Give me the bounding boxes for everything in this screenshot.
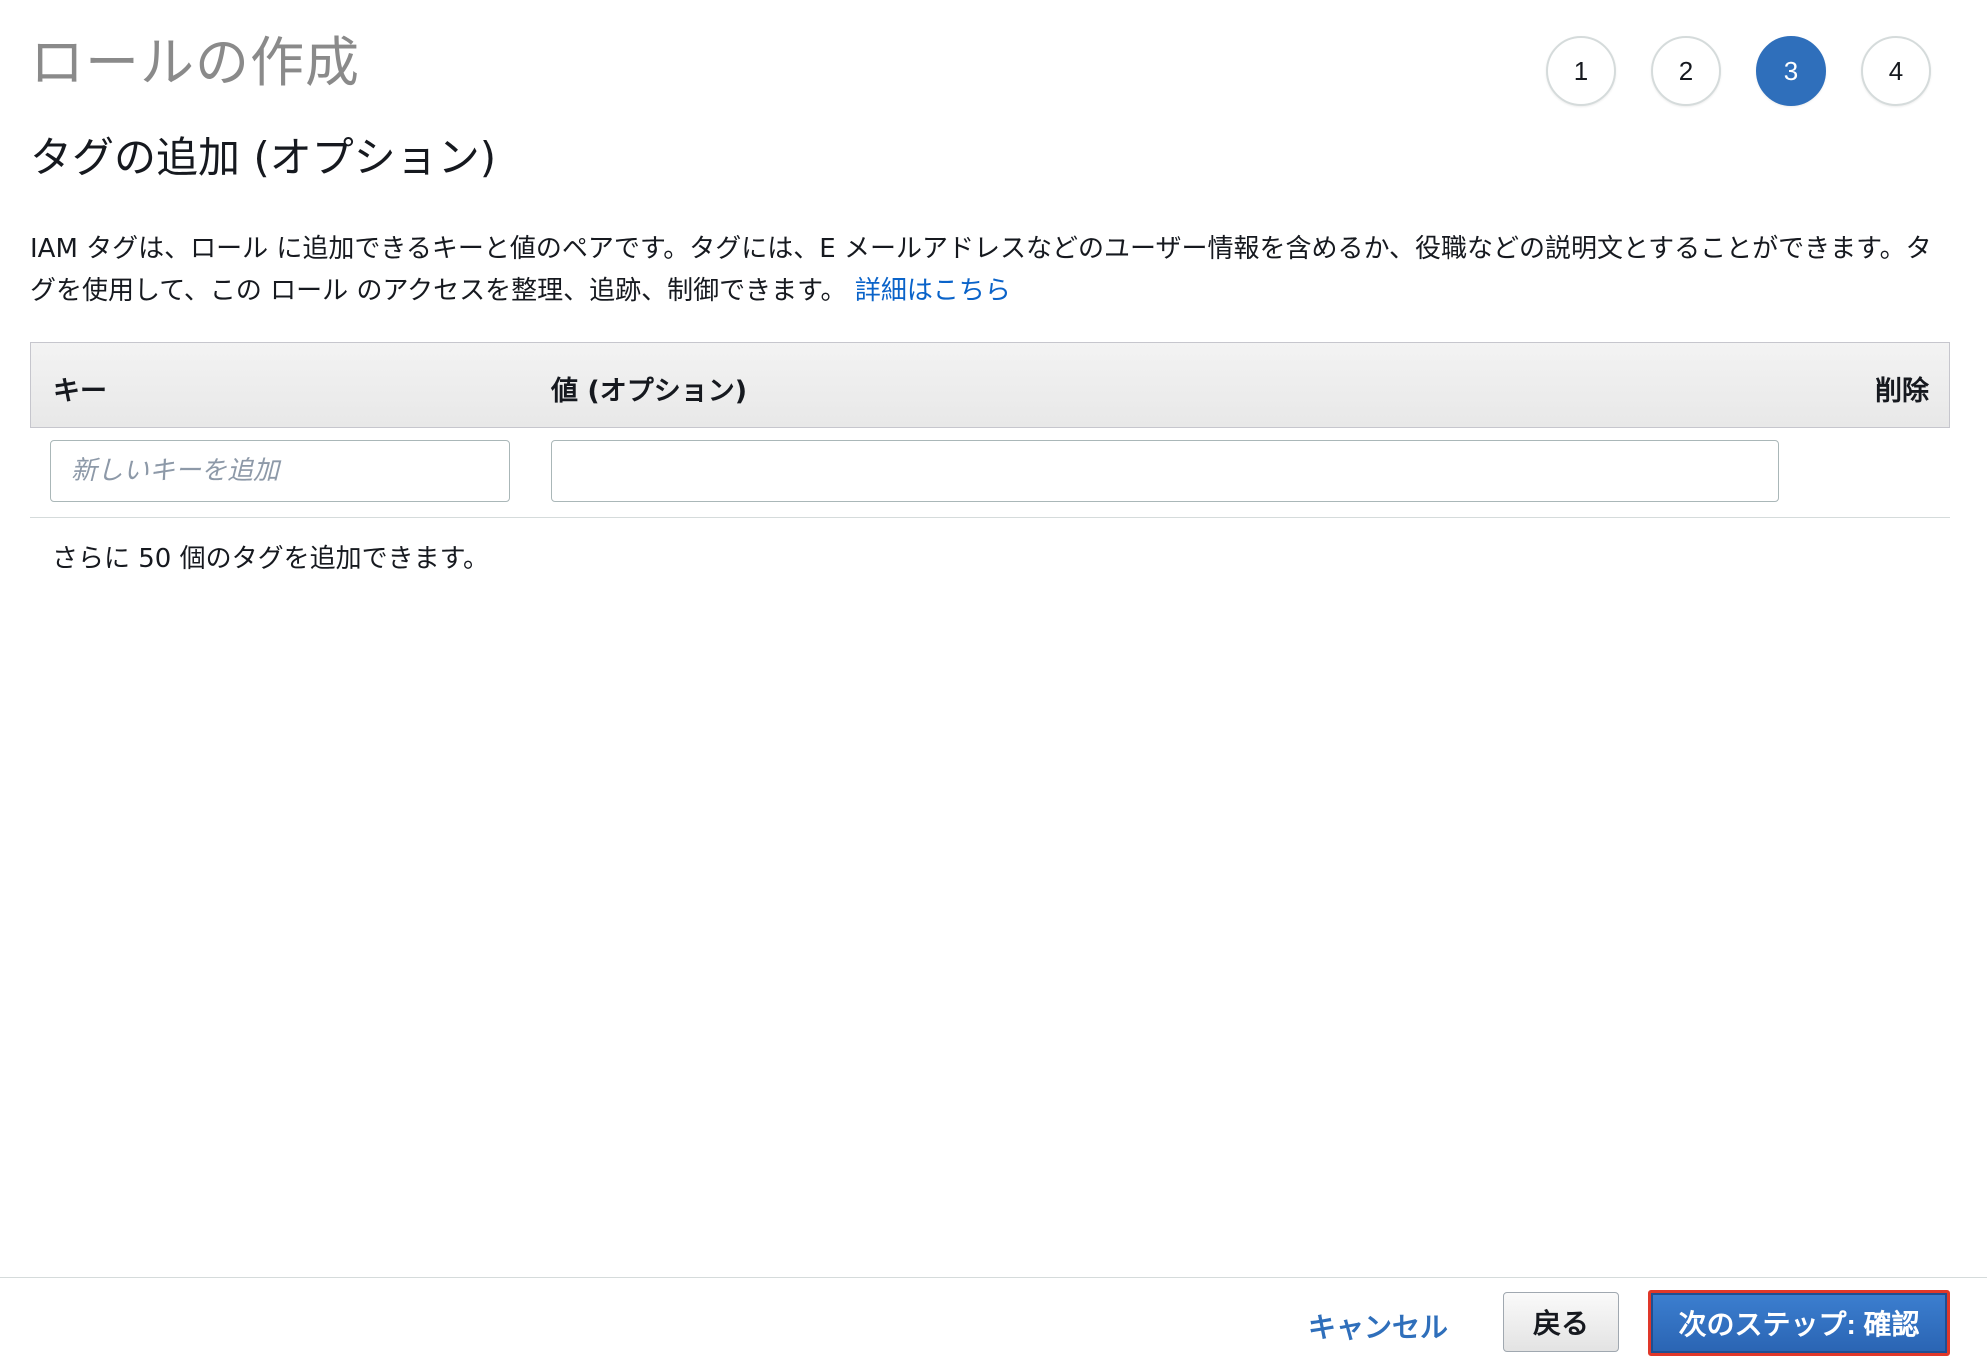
- create-role-page: ロールの作成 1 2 3 4 タグの追加 (オプション) IAM タグは、ロール…: [0, 0, 1987, 1363]
- table-header: キー 値 (オプション) 削除: [30, 342, 1950, 428]
- cancel-button[interactable]: キャンセル: [1308, 1306, 1448, 1346]
- header-delete: 削除: [1875, 376, 1929, 407]
- tag-table: キー 値 (オプション) 削除: [30, 342, 1950, 518]
- wizard-footer: キャンセル 戻る 次のステップ: 確認: [0, 1277, 1987, 1363]
- table-row: [30, 428, 1950, 518]
- next-step-review-button[interactable]: 次のステップ: 確認: [1648, 1290, 1950, 1356]
- wizard-steps: 1 2 3 4: [1546, 36, 1931, 106]
- section-title: タグの追加 (オプション): [30, 133, 497, 182]
- header-value: 値 (オプション): [551, 376, 748, 407]
- step-3-current: 3: [1756, 36, 1826, 106]
- tag-key-input[interactable]: [50, 440, 510, 502]
- wizard-title: ロールの作成: [30, 31, 360, 94]
- learn-more-link[interactable]: 詳細はこちら: [855, 276, 1011, 306]
- step-2[interactable]: 2: [1651, 36, 1721, 106]
- section-description: IAM タグは、ロール に追加できるキーと値のペアです。タグには、E メールアド…: [30, 228, 1950, 312]
- step-1[interactable]: 1: [1546, 36, 1616, 106]
- tag-value-input[interactable]: [551, 440, 1779, 502]
- back-button[interactable]: 戻る: [1503, 1292, 1619, 1352]
- header-key: キー: [53, 376, 107, 407]
- step-4: 4: [1861, 36, 1931, 106]
- remaining-tags-text: さらに 50 個のタグを追加できます。: [52, 544, 490, 574]
